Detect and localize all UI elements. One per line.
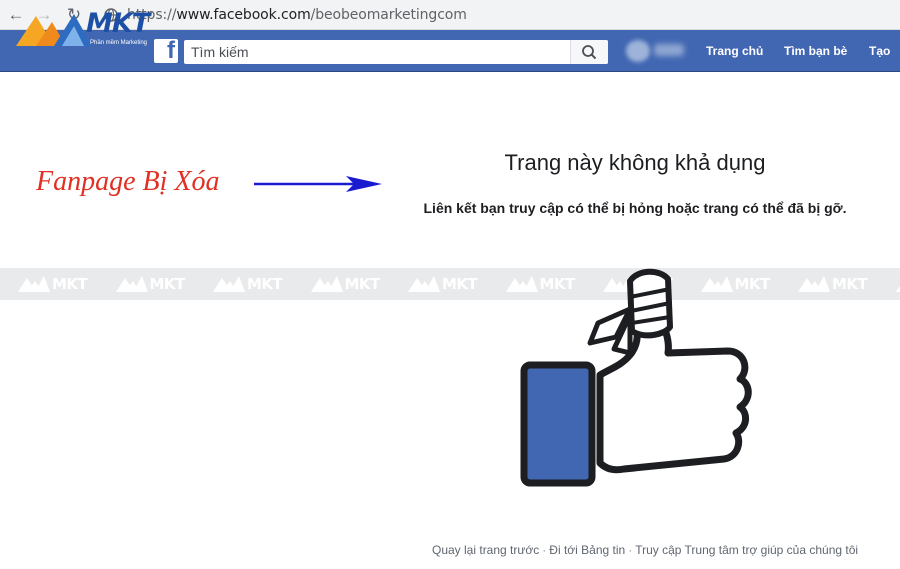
search-button[interactable] (570, 40, 608, 64)
footer-links: Quay lại trang trước · Đi tới Bảng tin · Tru… (432, 543, 858, 557)
watermark-logo: MKT (310, 275, 393, 293)
footer-separator: · (542, 543, 547, 557)
watermark-logo: MKT (18, 275, 100, 293)
watermark-mark-icon (408, 276, 440, 292)
watermark-text: MKT (247, 275, 283, 293)
url-path: /beobeomarketingcom (310, 7, 467, 23)
mkt-logo-text: MKT (86, 8, 150, 39)
watermark-logo: MKT (408, 275, 490, 293)
profile-name-blurred (654, 44, 684, 56)
watermark-mark-icon (895, 285, 900, 292)
watermark-mark-icon (115, 276, 148, 292)
address-bar[interactable]: https://www.facebook.com/beobeomarketing… (127, 7, 467, 23)
profile-link[interactable] (626, 40, 688, 62)
annotation-arrow-icon (254, 176, 382, 192)
nav-home-link[interactable]: Trang chủ (706, 44, 763, 58)
facebook-logo-letter: f (167, 37, 175, 64)
search-icon (582, 45, 597, 60)
bandaged-thumbs-up-icon (520, 268, 752, 487)
watermark-logo: MKT (115, 275, 198, 293)
watermark-logo: MKT (213, 275, 295, 293)
go-to-news-feed-link[interactable]: Đi tới Bảng tin (549, 543, 625, 557)
mkt-logo: MKT Phần mềm Marketing (14, 8, 159, 52)
watermark-text: MKT (149, 275, 186, 293)
watermark-text: MKT (832, 275, 868, 293)
avatar (626, 40, 650, 62)
watermark-text: MKT (344, 275, 381, 293)
page-subtitle: Liên kết bạn truy cập có thể bị hỏng hoặ… (423, 200, 847, 216)
watermark-logo: MKT (895, 275, 900, 293)
nav-create-link[interactable]: Tạo (869, 44, 890, 58)
page: ← → ↻ https://www.facebook.com/beobeomar… (0, 0, 900, 569)
watermark-mark-icon (18, 276, 50, 292)
footer-separator: · (628, 543, 633, 557)
mkt-logo-mark-icon (16, 14, 92, 46)
back-to-previous-link[interactable]: Quay lại trang trước (432, 543, 539, 557)
nav-find-friends-link[interactable]: Tìm bạn bè (784, 44, 847, 58)
search-box (184, 40, 608, 64)
watermark-mark-icon (310, 276, 343, 292)
watermark-text: MKT (52, 275, 88, 293)
watermark-band: MKTMKTMKTMKTMKTMKTMKTMKTMKTMKT (0, 268, 900, 300)
search-input[interactable] (184, 40, 572, 64)
watermark-mark-icon (213, 276, 245, 292)
watermark-text: MKT (442, 275, 478, 293)
help-center-link[interactable]: Truy cập Trung tâm trợ giúp của chúng tô… (635, 543, 858, 557)
mkt-logo-tagline: Phần mềm Marketing (90, 40, 148, 46)
annotation-label: Fanpage Bị Xóa (36, 166, 220, 197)
url-host: www.facebook.com (176, 7, 311, 23)
page-title: Trang này không khả dụng (504, 150, 766, 175)
watermark-logo: MKT (798, 275, 880, 293)
watermark-mark-icon (798, 276, 830, 292)
